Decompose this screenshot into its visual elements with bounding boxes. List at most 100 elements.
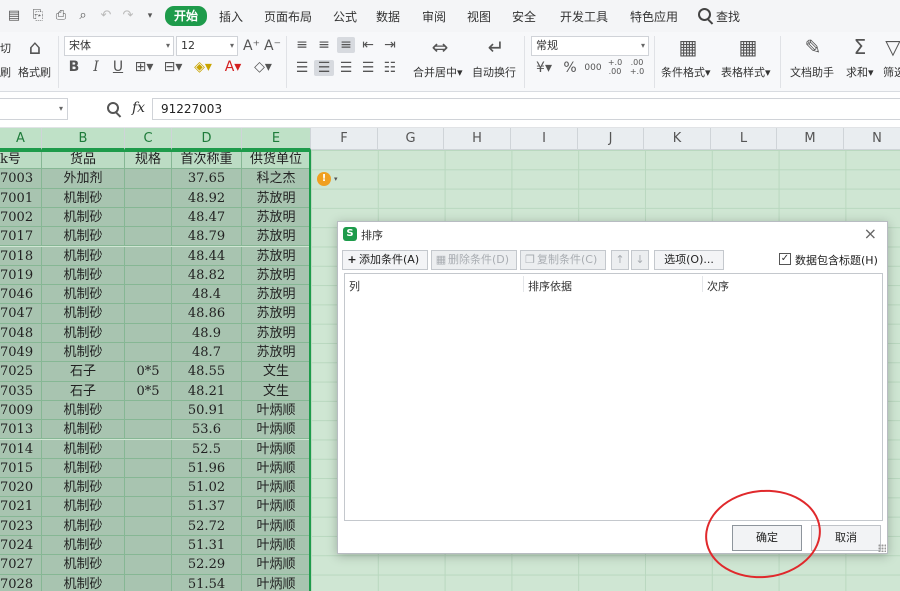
cell-number[interactable]: 7021 [0, 497, 42, 517]
wrap-text-button[interactable]: 自动换行 [472, 64, 516, 80]
tab-security[interactable]: 安全 [512, 8, 536, 26]
cell-number[interactable]: 7019 [0, 265, 42, 286]
cell-weight[interactable]: 37.65 [172, 169, 242, 189]
align-top-icon[interactable]: ≡ [294, 37, 310, 53]
cell-weight[interactable]: 48.82 [172, 265, 242, 286]
search-icon[interactable] [698, 8, 711, 21]
align-center-icon[interactable]: ☰ [314, 60, 334, 76]
cell-weight[interactable]: 50.91 [172, 400, 242, 421]
column-header-g[interactable]: G [378, 128, 444, 150]
conditional-format-button[interactable]: 条件格式▾ [661, 64, 711, 80]
cell-goods[interactable]: 机制砂 [42, 478, 125, 498]
cell-goods[interactable]: 机制砂 [42, 497, 125, 517]
cell-weight[interactable]: 48.44 [172, 246, 242, 266]
column-header-d[interactable]: D [172, 128, 242, 150]
save-icon[interactable]: ⎘ [30, 8, 46, 24]
resize-grip-icon[interactable] [878, 544, 886, 552]
cell-spec[interactable] [125, 400, 172, 421]
cell-spec[interactable] [125, 516, 172, 536]
cell-goods[interactable]: 机制砂 [42, 555, 125, 575]
tab-special-apps[interactable]: 特色应用 [630, 8, 678, 26]
add-condition-button[interactable]: + 添加条件(A) [342, 250, 428, 270]
cell-number[interactable]: 7013 [0, 420, 42, 440]
column-header-c[interactable]: C [125, 128, 172, 150]
cut-label[interactable]: 切 [0, 40, 11, 56]
cell-goods[interactable]: 机制砂 [42, 574, 125, 591]
cell-spec[interactable] [125, 478, 172, 498]
cell-spec[interactable] [125, 420, 172, 440]
cell-spec[interactable] [125, 246, 172, 266]
decrease-font-icon[interactable]: A⁻ [264, 38, 281, 54]
chevron-down-icon[interactable]: ▾ [59, 104, 63, 113]
ok-button[interactable]: 确定 [732, 525, 802, 551]
cell-goods[interactable]: 石子 [42, 381, 125, 401]
warning-icon[interactable]: ! [317, 172, 331, 186]
cell-supplier[interactable]: 叶炳顺 [242, 574, 311, 591]
cell-number[interactable]: 7015 [0, 458, 42, 479]
options-button[interactable]: 选项(O)... [654, 250, 724, 270]
cell-supplier[interactable]: 叶炳顺 [242, 439, 311, 459]
header-cell[interactable]: 货品 [42, 150, 125, 170]
new-doc-icon[interactable]: ▤ [6, 8, 22, 24]
delete-condition-button[interactable]: ▦ 删除条件(D) [431, 250, 517, 270]
cell-weight[interactable]: 53.6 [172, 420, 242, 440]
cell-supplier[interactable]: 苏放明 [242, 343, 311, 363]
column-header-a[interactable]: A [0, 128, 42, 150]
cell-goods[interactable]: 机制砂 [42, 536, 125, 556]
column-header-n[interactable]: N [844, 128, 900, 150]
cell-spec[interactable]: 0*5 [125, 362, 172, 382]
fx-icon[interactable]: fx [132, 100, 145, 116]
align-bottom-icon[interactable]: ≡ [337, 37, 355, 53]
cell-spec[interactable] [125, 343, 172, 363]
cell-number[interactable]: 7018 [0, 246, 42, 266]
cell-goods[interactable]: 机制砂 [42, 265, 125, 286]
filter-button[interactable]: 筛选 [883, 64, 900, 80]
has-header-label[interactable]: 数据包含标题(H) [795, 252, 878, 268]
cell-supplier[interactable]: 科之杰 [242, 169, 311, 189]
quick-access-dropdown-icon[interactable]: ▾ [142, 8, 158, 24]
cell-goods[interactable]: 外加剂 [42, 169, 125, 189]
doc-helper-button[interactable]: 文档助手 [790, 64, 834, 80]
chevron-down-icon[interactable]: ▾ [334, 175, 338, 183]
cell-weight[interactable]: 48.9 [172, 323, 242, 343]
decrease-indent-icon[interactable]: ⇤ [360, 37, 376, 53]
cell-weight[interactable]: 52.5 [172, 439, 242, 459]
format-painter-button[interactable]: 格式刷 [18, 64, 51, 80]
cell-weight[interactable]: 48.79 [172, 227, 242, 247]
cell-spec[interactable] [125, 169, 172, 189]
table-style-button[interactable]: 表格样式▾ [721, 64, 771, 80]
column-header-k[interactable]: K [644, 128, 711, 150]
header-cell[interactable]: k号 [0, 150, 42, 170]
cell-number[interactable]: 7020 [0, 478, 42, 498]
cell-goods[interactable]: 机制砂 [42, 188, 125, 208]
table-style-icon[interactable]: ▦ [736, 36, 760, 58]
redo-icon[interactable]: ↷ [120, 8, 136, 24]
sum-button[interactable]: 求和▾ [846, 64, 874, 80]
tab-insert[interactable]: 插入 [219, 8, 243, 26]
underline-button[interactable]: U [110, 59, 126, 75]
cell-weight[interactable]: 48.55 [172, 362, 242, 382]
currency-icon[interactable]: ¥▾ [533, 60, 555, 76]
cell-weight[interactable]: 48.92 [172, 188, 242, 208]
wrap-text-icon[interactable]: ↵ [484, 36, 508, 58]
column-header-i[interactable]: I [511, 128, 578, 150]
decrease-decimal-button[interactable]: .00 +.0 [628, 58, 646, 76]
cell-weight[interactable]: 51.37 [172, 497, 242, 517]
cell-spec[interactable]: 0*5 [125, 381, 172, 401]
justify-icon[interactable]: ☰ [360, 60, 376, 76]
increase-indent-icon[interactable]: ⇥ [382, 37, 398, 53]
column-header-f[interactable]: F [311, 128, 378, 150]
cell-supplier[interactable]: 文生 [242, 362, 311, 382]
zoom-icon[interactable] [107, 102, 119, 114]
name-box[interactable]: ▾ [0, 98, 68, 120]
clear-format-icon[interactable]: ◇▾ [252, 59, 274, 75]
cell-goods[interactable]: 机制砂 [42, 516, 125, 536]
merge-center-icon[interactable]: ⇔ [428, 36, 452, 58]
cell-supplier[interactable]: 叶炳顺 [242, 555, 311, 575]
cell-number[interactable]: 7025 [0, 362, 42, 382]
brush-left-label[interactable]: 刷 [0, 64, 11, 80]
cell-number[interactable]: 7028 [0, 574, 42, 591]
cell-spec[interactable] [125, 574, 172, 591]
has-header-checkbox[interactable]: ✓ [779, 253, 791, 265]
cell-number[interactable]: 7002 [0, 207, 42, 228]
